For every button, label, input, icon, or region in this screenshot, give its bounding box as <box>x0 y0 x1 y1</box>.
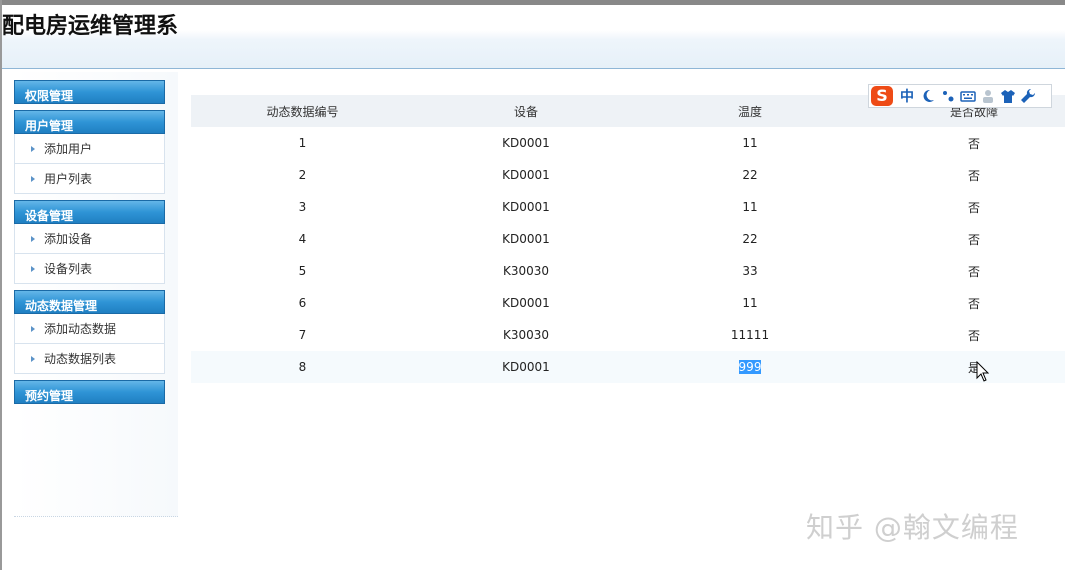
user-icon[interactable] <box>980 88 996 104</box>
table-row-hovered: 8 KD0001 999 是 <box>191 351 1065 383</box>
table-row: 1 KD0001 11 否 <box>191 127 1065 159</box>
menu-header-dynamic-data[interactable]: 动态数据管理 <box>14 290 165 314</box>
cell-device: K30030 <box>502 328 550 342</box>
cell-temperature: 999 <box>638 351 862 383</box>
dynamic-data-table-container: 动态数据编号 设备 温度 是否故障 1 KD0001 11 否 2 KD0001… <box>191 95 1065 383</box>
chevron-right-icon <box>31 236 35 242</box>
punctuation-icon[interactable] <box>940 88 956 104</box>
sidebar-divider <box>14 516 178 517</box>
menu-header-device[interactable]: 设备管理 <box>14 200 165 224</box>
column-header-temperature: 温度 <box>737 104 762 119</box>
window-left-border <box>0 0 2 570</box>
cell-temperature: 33 <box>742 264 758 278</box>
cell-id: 8 <box>298 360 307 374</box>
menu-header-user[interactable]: 用户管理 <box>14 110 165 134</box>
chevron-right-icon <box>31 146 35 152</box>
cell-device: KD0001 <box>502 296 550 310</box>
cell-fault: 否 <box>967 328 980 343</box>
cell-id: 1 <box>298 136 307 150</box>
menu-item-label: 动态数据列表 <box>44 352 117 366</box>
menu-item-add-device[interactable]: 添加设备 <box>14 224 165 254</box>
table-row: 2 KD0001 22 否 <box>191 159 1065 191</box>
menu-group-device: 设备管理 添加设备 设备列表 <box>14 200 165 284</box>
cell-temperature: 11111 <box>730 328 770 342</box>
cell-fault: 是 <box>967 360 980 375</box>
keyboard-icon[interactable] <box>960 88 976 104</box>
menu-item-add-user[interactable]: 添加用户 <box>14 134 165 164</box>
chevron-right-icon <box>31 176 35 182</box>
moon-icon[interactable] <box>920 88 936 104</box>
cell-temperature: 11 <box>742 136 758 150</box>
cell-fault: 否 <box>967 200 980 215</box>
shirt-icon[interactable] <box>1000 88 1016 104</box>
menu-item-device-list[interactable]: 设备列表 <box>14 254 165 284</box>
menu-item-label: 用户列表 <box>44 172 93 186</box>
watermark-text: 知乎 @翰文编程 <box>806 511 1019 544</box>
cell-id: 3 <box>298 200 307 214</box>
cell-temperature: 22 <box>742 168 758 182</box>
menu-item-add-dynamic-data[interactable]: 添加动态数据 <box>14 314 165 344</box>
cell-id: 2 <box>298 168 307 182</box>
table-row: 4 KD0001 22 否 <box>191 223 1065 255</box>
cell-fault: 否 <box>967 168 980 183</box>
cell-fault: 否 <box>967 296 980 311</box>
cell-device: KD0001 <box>502 168 550 182</box>
table-row: 5 K30030 33 否 <box>191 255 1065 287</box>
ime-mode-toggle[interactable]: 中 <box>900 86 914 106</box>
wrench-icon[interactable] <box>1020 88 1036 104</box>
sidebar: 权限管理 用户管理 添加用户 用户列表 设备管理 添加设备 设备列表 动态数据管… <box>14 80 165 410</box>
menu-group-user: 用户管理 添加用户 用户列表 <box>14 110 165 194</box>
menu-header-permission[interactable]: 权限管理 <box>14 80 165 104</box>
cell-temperature: 22 <box>742 232 758 246</box>
menu-item-label: 添加动态数据 <box>44 322 117 336</box>
cell-device: KD0001 <box>502 200 550 214</box>
menu-group-dynamic-data: 动态数据管理 添加动态数据 动态数据列表 <box>14 290 165 374</box>
app-title: 配电房运维管理系 <box>2 14 179 39</box>
cell-id: 4 <box>298 232 307 246</box>
cell-fault: 否 <box>967 264 980 279</box>
cell-id: 5 <box>298 264 307 278</box>
chevron-right-icon <box>31 266 35 272</box>
cell-fault: 否 <box>967 232 980 247</box>
table-row: 7 K30030 11111 否 <box>191 319 1065 351</box>
cell-id: 7 <box>298 328 307 342</box>
menu-item-label: 设备列表 <box>44 262 93 276</box>
header-banner: 配电房运维管理系 <box>2 5 1065 69</box>
menu-item-dynamic-data-list[interactable]: 动态数据列表 <box>14 344 165 374</box>
menu-item-user-list[interactable]: 用户列表 <box>14 164 165 194</box>
column-header-device: 设备 <box>513 104 538 119</box>
cell-fault: 否 <box>967 136 980 151</box>
mouse-cursor-icon <box>976 361 990 382</box>
dynamic-data-table: 动态数据编号 设备 温度 是否故障 1 KD0001 11 否 2 KD0001… <box>191 95 1065 383</box>
cell-device: K30030 <box>502 264 550 278</box>
menu-item-label: 添加用户 <box>44 142 93 156</box>
table-row: 6 KD0001 11 否 <box>191 287 1065 319</box>
cell-device: KD0001 <box>502 136 550 150</box>
menu-item-label: 添加设备 <box>44 232 93 246</box>
table-row: 3 KD0001 11 否 <box>191 191 1065 223</box>
ime-toolbar[interactable]: S 中 <box>868 84 1052 108</box>
sogou-logo-icon[interactable]: S <box>871 86 893 106</box>
cell-device: KD0001 <box>502 360 550 374</box>
cell-device: KD0001 <box>502 232 550 246</box>
selected-text: 999 <box>738 360 762 374</box>
cell-temperature: 11 <box>742 200 758 214</box>
chevron-right-icon <box>31 356 35 362</box>
chevron-right-icon <box>31 326 35 332</box>
column-header-id: 动态数据编号 <box>266 104 339 119</box>
cell-id: 6 <box>298 296 307 310</box>
cell-temperature: 11 <box>742 296 758 310</box>
menu-header-reservation[interactable]: 预约管理 <box>14 380 165 404</box>
